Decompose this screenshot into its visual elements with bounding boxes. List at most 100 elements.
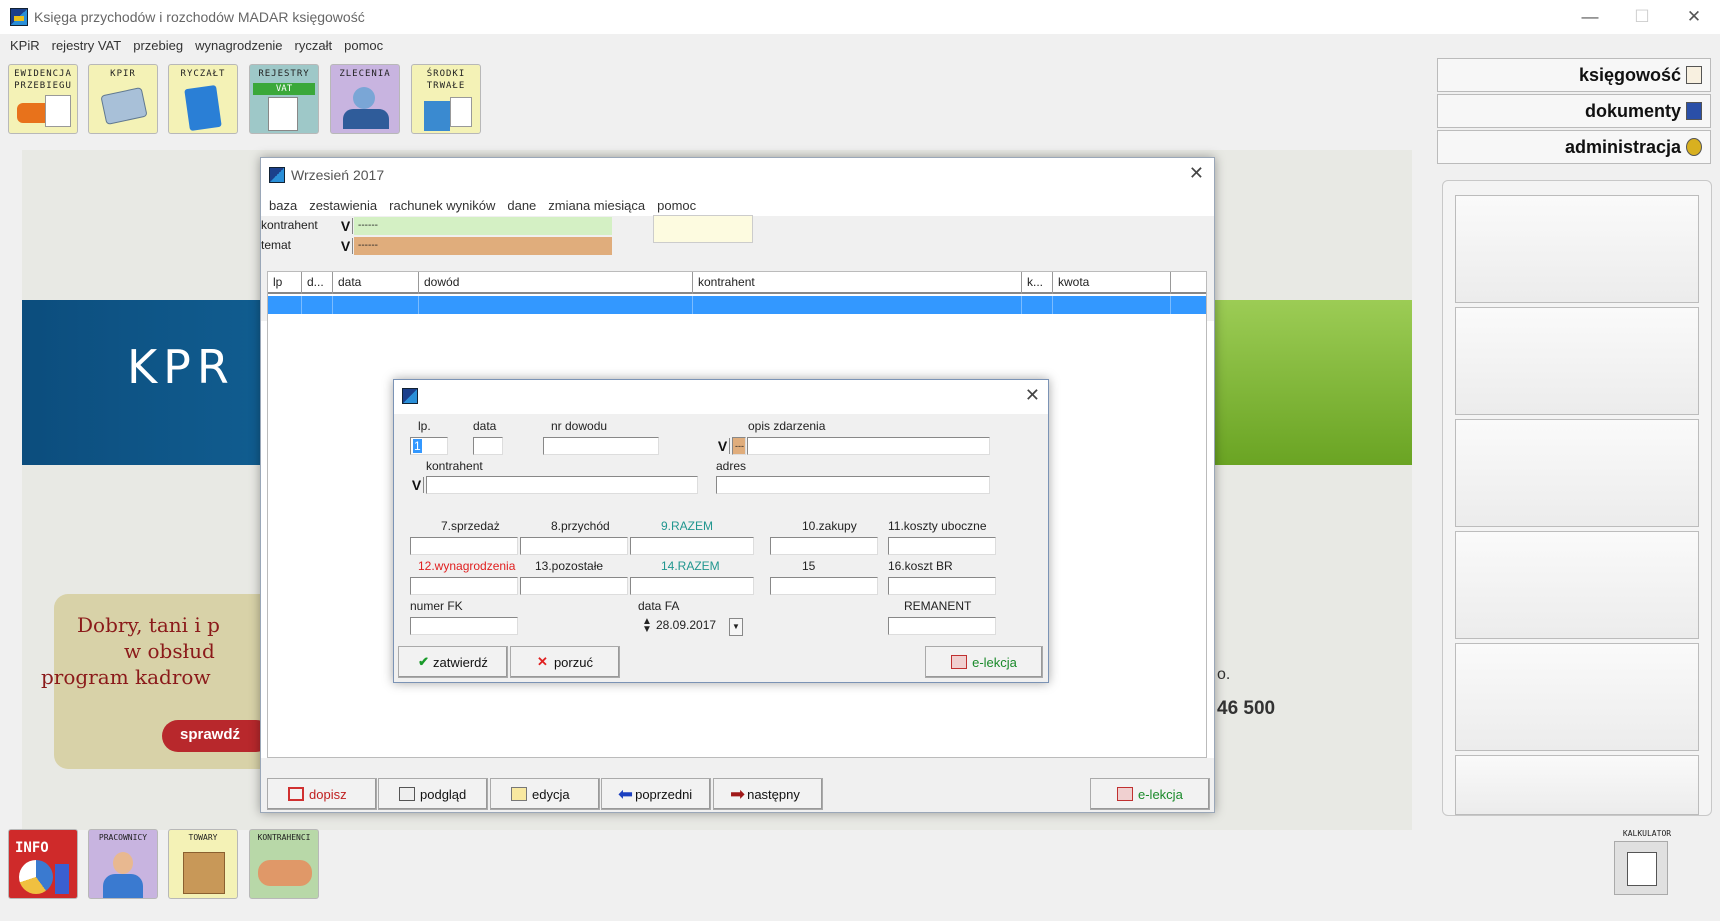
menu-przebieg[interactable]: przebieg [129,38,191,53]
close-window-button[interactable]: ✕ [1668,0,1720,34]
tile-ewidencja-przebiegu[interactable]: EWIDENCJA PRZEBIEGU [8,64,78,134]
slot-2[interactable] [1455,307,1699,415]
date-input[interactable] [473,437,503,455]
label-wynagrodzenia: 12.wynagrodzenia [418,559,516,573]
tile-towary[interactable]: TOWARY [168,829,238,899]
zakupy-input[interactable] [770,537,878,555]
koszty-uboczne-input[interactable] [888,537,996,555]
e-lesson-button[interactable]: e-lekcja [925,646,1043,678]
menu-rachunek-wynikow[interactable]: rachunek wyników [385,198,503,213]
filter-label-kontrahent: kontrahent [261,218,318,232]
right-button-label: administracja [1564,136,1681,157]
column-kontrahent[interactable]: kontrahent [693,272,1022,294]
column-kwota[interactable]: kwota [1053,272,1171,294]
label-przychod: 8.przychód [551,519,610,533]
person-icon [353,87,375,109]
tile-ryczalt[interactable]: RYCZAŁT [168,64,238,134]
przychod-input[interactable] [520,537,628,555]
tile-zlecenia[interactable]: ZLECENIA [330,64,400,134]
lesson-icon [951,655,968,669]
menu-kpir[interactable]: KPiR [6,38,48,53]
slot-3[interactable] [1455,419,1699,527]
tile-caption: KPIR [110,69,136,79]
check-icon: ✔ [418,654,429,669]
menu-pomoc[interactable]: pomoc [653,198,704,213]
lp-input[interactable]: 1 [410,437,448,455]
spinner-icon[interactable]: ▲ ▼ [642,617,652,635]
tile-kontrahenci[interactable]: KONTRAHENCI [249,829,319,899]
tile-rejestry-vat[interactable]: REJESTRY VAT [249,64,319,134]
vat-label: VAT [253,83,315,95]
right-button-dokumenty[interactable]: dokumenty [1437,94,1711,128]
edit-button[interactable]: edycja [490,778,600,810]
button-label: następny [747,786,800,802]
add-entry-button[interactable]: dopisz [267,778,377,810]
numer-fk-input[interactable] [410,617,518,635]
close-icon[interactable]: ✕ [1189,163,1204,184]
remanent-input[interactable] [888,617,996,635]
e-lesson-button[interactable]: e-lekcja [1090,778,1210,810]
col-15-input[interactable] [770,577,878,595]
wynagrodzenia-input[interactable] [410,577,518,595]
adres-input[interactable] [716,476,990,494]
checkmark-icon[interactable]: V [339,218,353,234]
preview-button[interactable]: podgląd [378,778,488,810]
filter-input-kontrahent[interactable]: ------ [354,217,612,235]
promo-line: program kadrow [41,665,211,689]
tile-kpir[interactable]: KPIR [88,64,158,134]
opis-input[interactable] [747,437,990,455]
chevron-down-icon[interactable]: ▼ [729,618,743,636]
confirm-button[interactable]: ✔ zatwierdź [398,646,508,678]
label-razem-9: 9.RAZEM [661,519,714,533]
menu-dane[interactable]: dane [503,198,544,213]
slot-6[interactable] [1455,755,1699,815]
menu-pomoc[interactable]: pomoc [340,38,391,53]
tools-icon [1686,138,1702,156]
column-data[interactable]: data [333,272,419,294]
tile-caption: TRWAŁE [426,81,466,91]
column-k[interactable]: k... [1022,272,1053,294]
filter-input-temat[interactable]: ------ [354,237,612,255]
koszt-br-input[interactable] [888,577,996,595]
selected-row[interactable] [268,296,1206,314]
menu-wynagrodzenie[interactable]: wynagrodzenie [191,38,290,53]
column-dowod[interactable]: dowód [419,272,693,294]
checkmark-icon[interactable]: V [716,438,730,454]
menu-zestawienia[interactable]: zestawienia [305,198,385,213]
filter-extra-box[interactable] [653,215,753,243]
next-button[interactable]: ➡ następny [713,778,823,810]
slot-4[interactable] [1455,531,1699,639]
checkmark-icon[interactable]: V [339,238,353,254]
right-button-administracja[interactable]: administracja [1437,130,1711,164]
opis-color-field[interactable]: --- [732,437,746,455]
data-fa-value[interactable]: 28.09.2017 [656,618,716,632]
sprzedaz-input[interactable] [410,537,518,555]
discard-button[interactable]: ✕ porzuć [510,646,620,678]
nr-dowodu-input[interactable] [543,437,659,455]
minimize-button[interactable]: — [1564,0,1616,34]
column-d[interactable]: d... [302,272,333,294]
menu-ryczalt[interactable]: ryczałt [291,38,341,53]
previous-button[interactable]: ⬅ poprzedni [601,778,711,810]
tile-pracownicy[interactable]: PRACOWNICY [88,829,158,899]
promo-check-button[interactable]: sprawdź [162,720,272,752]
slot-5[interactable] [1455,643,1699,751]
menu-baza[interactable]: baza [265,198,305,213]
menu-zmiana-miesiaca[interactable]: zmiana miesiąca [544,198,653,213]
pozostale-input[interactable] [520,577,628,595]
razem-9-input[interactable] [630,537,754,555]
preview-icon [399,787,415,801]
maximize-button[interactable]: ☐ [1616,0,1668,34]
column-lp[interactable]: lp [268,272,302,294]
calculator-tile[interactable]: KALKULATOR [1612,829,1682,899]
checkmark-icon[interactable]: V [410,477,424,493]
right-button-ksiegowosc[interactable]: księgowość [1437,58,1711,92]
razem-14-input[interactable] [630,577,754,595]
kontrahent-input[interactable] [426,476,698,494]
menu-rejestry-vat[interactable]: rejestry VAT [48,38,130,53]
slot-1[interactable] [1455,195,1699,303]
label-lp: lp. [418,419,431,433]
close-icon[interactable]: ✕ [1025,385,1040,406]
tile-info[interactable]: INFO [8,829,78,899]
tile-srodki-trwale[interactable]: ŚRODKI TRWAŁE [411,64,481,134]
